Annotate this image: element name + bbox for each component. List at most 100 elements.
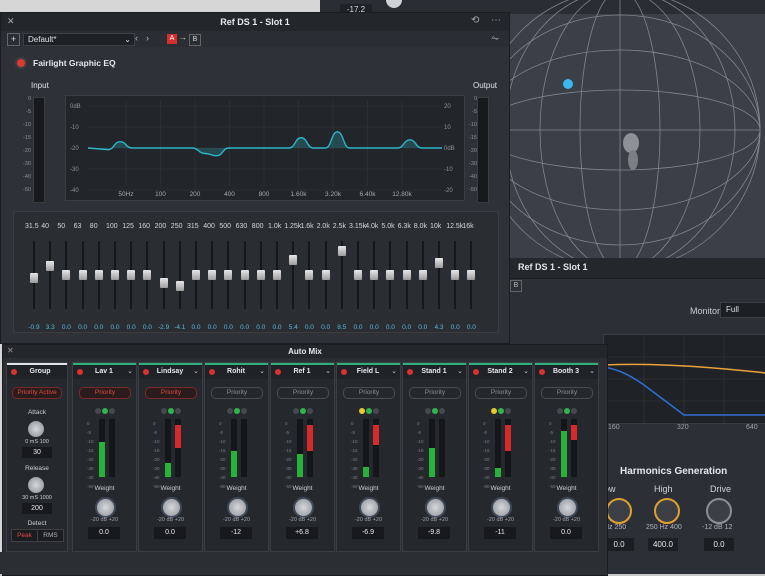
weight-knob[interactable] [161,497,182,518]
eq-fader-handle[interactable] [78,270,87,280]
priority-button[interactable]: Priority [145,387,197,399]
eq-fader-handle[interactable] [94,270,103,280]
eq-toolbar: + Default* ⌄ ‹ › A → B ⏦ [1,31,509,47]
high-knob[interactable] [654,498,680,524]
ab-b-button[interactable]: B [189,34,201,46]
priority-button[interactable]: Priority [277,387,329,399]
preset-select[interactable]: Default* ⌄ [23,33,135,46]
chevron-down-icon[interactable]: ⌄ [127,367,133,375]
priority-button[interactable]: Priority [541,387,593,399]
eq-fader-handle[interactable] [192,270,200,280]
eq-fader-track[interactable] [292,241,295,309]
eq-fader-handle[interactable] [224,270,233,280]
eq-fader-handle[interactable] [451,270,460,280]
weight-knob[interactable] [95,497,116,518]
eq-fader-handle[interactable] [127,270,136,280]
release-knob[interactable] [28,477,44,493]
low-value[interactable]: 0.0 [604,538,634,551]
chevron-down-icon[interactable]: ⌄ [193,367,199,375]
chevron-down-icon[interactable]: ⌄ [523,367,529,375]
add-preset-button[interactable]: + [7,33,20,46]
eq-fader-handle[interactable] [370,270,379,280]
drive-knob[interactable] [706,498,732,524]
priority-button[interactable]: Priority [79,387,131,399]
weight-knob[interactable] [491,497,512,518]
chevron-down-icon[interactable]: ⌄ [589,367,595,375]
meter-scale-label: -20 [549,457,556,462]
priority-button[interactable]: Priority [343,387,395,399]
priority-button[interactable]: Priority [211,387,263,399]
weight-value[interactable]: +6.8 [286,527,318,539]
weight-knob[interactable] [227,497,248,518]
eq-fader-handle[interactable] [273,270,281,280]
eq-fader-handle[interactable] [46,260,55,271]
weight-value[interactable]: -11 [484,527,516,539]
eq-fader-handle[interactable] [111,270,119,280]
eq-enable-button[interactable] [17,59,25,67]
eq-gain-label-right: 10 [444,125,451,131]
eq-response-curve[interactable] [87,131,442,157]
eq-fader-handle[interactable] [208,270,217,280]
eq-fader-handle[interactable] [321,270,330,280]
weight-value[interactable]: -12 [220,527,252,539]
eq-fader-handle[interactable] [418,270,427,280]
eq-fader-track[interactable] [49,241,52,309]
weight-value[interactable]: 0.0 [550,527,582,539]
eq-fader-handle[interactable] [143,270,152,280]
weight-value[interactable]: 0.0 [88,527,120,539]
eq-fader-track[interactable] [178,241,181,309]
weight-value[interactable]: 0.0 [154,527,186,539]
release-value[interactable]: 200 [22,503,52,514]
next-preset-button[interactable]: › [146,33,149,43]
drive-value[interactable]: 0.0 [704,538,734,551]
ab-a-button[interactable]: A [167,34,177,44]
ref-b-button[interactable]: B [510,280,522,292]
rms-button[interactable]: RMS [37,529,64,542]
chevron-down-icon[interactable]: ⌄ [391,367,397,375]
eq-band-freq: 10k [430,223,442,230]
eq-fader-handle[interactable] [467,270,476,280]
eq-fader-handle[interactable] [159,278,168,289]
weight-value[interactable]: -6.9 [352,527,384,539]
eq-response-graph[interactable]: 50Hz 100 200 400 800 1.60k 3.20k 6.40k 12.80k 0dB… [65,95,465,201]
eq-fader-handle[interactable] [30,272,38,283]
weight-value[interactable]: -9.8 [418,527,450,539]
priority-button[interactable]: Priority [409,387,461,399]
weight-knob[interactable] [557,497,578,518]
attack-value[interactable]: 30 [22,447,52,458]
eq-fader-handle[interactable] [240,270,249,280]
eq-fader-handle[interactable] [354,270,362,280]
chevron-down-icon[interactable]: ⌄ [259,367,265,375]
weight-knob[interactable] [293,497,314,518]
prev-preset-button[interactable]: ‹ [135,33,138,43]
peak-button[interactable]: Peak [11,529,38,542]
eq-band-gain[interactable]: 0.0 [462,324,480,331]
eq-fader-track[interactable] [162,241,165,309]
weight-knob[interactable] [425,497,446,518]
eq-gain-label-right: -10 [444,167,453,173]
history-icon[interactable]: ⟲ [471,15,479,26]
monitor-select[interactable]: Full [720,302,765,318]
eq-fader-track[interactable] [438,241,440,309]
eq-fader-handle[interactable] [62,270,71,280]
eq-fader-handle[interactable] [435,257,443,268]
channel-leds [293,407,314,416]
eq-fader-handle[interactable] [175,281,184,292]
high-value[interactable]: 400.0 [648,538,678,551]
eq-fader-handle[interactable] [289,254,298,265]
low-knob[interactable] [606,498,632,524]
more-icon[interactable]: ⋯ [491,15,501,26]
eq-fader-handle[interactable] [305,270,314,280]
eq-fader-handle[interactable] [402,270,411,280]
priority-button[interactable]: Priority [475,387,527,399]
chevron-down-icon[interactable]: ⌄ [457,367,463,375]
chevron-down-icon[interactable]: ⌄ [325,367,331,375]
eq-fader-handle[interactable] [256,270,265,280]
bypass-icon[interactable]: ⏦ [491,33,499,44]
eq-fader-handle[interactable] [386,270,395,280]
priority-active-button[interactable]: Priority Active [12,387,62,399]
eq-fader-handle[interactable] [337,246,346,257]
weight-knob[interactable] [359,497,380,518]
attack-knob[interactable] [28,421,44,437]
ab-copy-button[interactable]: → [179,33,187,42]
